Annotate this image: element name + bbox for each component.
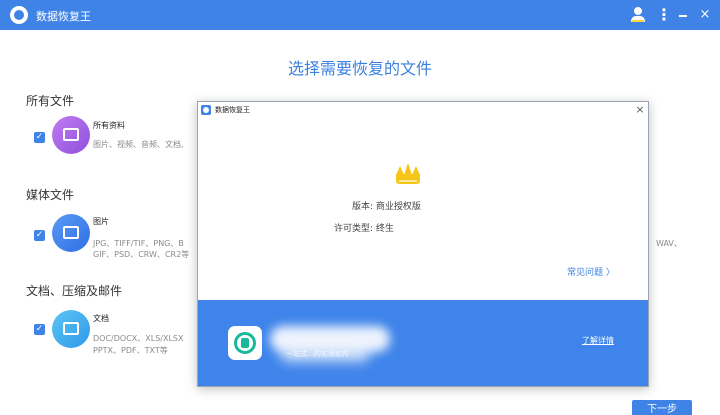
section-header-all-files: 所有文件 [26, 94, 75, 108]
image-icon [52, 214, 90, 252]
monitor-icon [52, 116, 90, 154]
recovery-app-icon[interactable] [228, 326, 262, 360]
category-desc-documents-line2: PPTX、PDF、TXT等 [93, 346, 168, 355]
promo-subtitle: 一站式…的实用软件 [286, 350, 349, 358]
dialog-logo-icon [201, 105, 211, 115]
category-name-images: 图片 [93, 217, 109, 226]
version-label: 版本: [351, 202, 373, 212]
category-desc-audio-partial: WAV、 [656, 239, 682, 248]
license-label: 许可类型: [333, 224, 373, 234]
dialog-title-bar: 数据恢复王 × [198, 102, 648, 119]
dialog-title: 数据恢复王 [215, 106, 250, 114]
document-icon [52, 310, 90, 348]
version-value: 商业授权版 [375, 202, 421, 212]
crown-icon [396, 163, 420, 186]
category-desc-images-line2: GIF、PSD、CRW、CR2等 [93, 250, 190, 259]
section-header-media: 媒体文件 [26, 188, 75, 202]
section-header-documents: 文档、压缩及邮件 [26, 284, 123, 298]
about-dialog: 数据恢复王 × 版本: 商业授权版 许可类型: 终生 常见问题 〉 一站式…的实… [197, 101, 649, 387]
close-icon[interactable]: × [698, 7, 712, 23]
next-button[interactable]: 下一步 [632, 400, 692, 415]
license-value: 终生 [375, 224, 394, 234]
all-files-checkbox[interactable]: ✓ [34, 132, 45, 143]
title-bar: 数据恢复王 ⋮ × [0, 0, 720, 30]
license-row: 许可类型: 终生 [318, 221, 394, 234]
app-title: 数据恢复王 [36, 10, 91, 23]
promo-banner: 一站式…的实用软件 了解详情 [198, 300, 648, 386]
category-desc-documents-line1: DOC/DOCX、XLS/XLSX [93, 334, 184, 343]
minimize-icon[interactable] [679, 15, 687, 17]
documents-checkbox[interactable]: ✓ [34, 324, 45, 335]
app-logo-icon [10, 6, 28, 24]
category-desc-images-line1: JPG、TIFF/TIF、PNG、B [93, 239, 184, 248]
faq-link[interactable]: 常见问题 〉 [567, 265, 615, 278]
page-title: 选择需要恢复的文件 [287, 59, 432, 78]
category-desc-all: 图片、视频、音频、文档, [93, 140, 184, 149]
media-checkbox[interactable]: ✓ [34, 230, 45, 241]
category-name-documents: 文档 [93, 314, 109, 323]
learn-more-link[interactable]: 了解详情 [582, 335, 614, 346]
dialog-close-icon[interactable]: × [634, 103, 646, 117]
version-row: 版本: 商业授权版 [318, 199, 421, 212]
category-name-all: 所有资料 [93, 121, 125, 130]
user-icon[interactable] [630, 6, 646, 22]
more-icon[interactable]: ⋮ [656, 4, 672, 26]
